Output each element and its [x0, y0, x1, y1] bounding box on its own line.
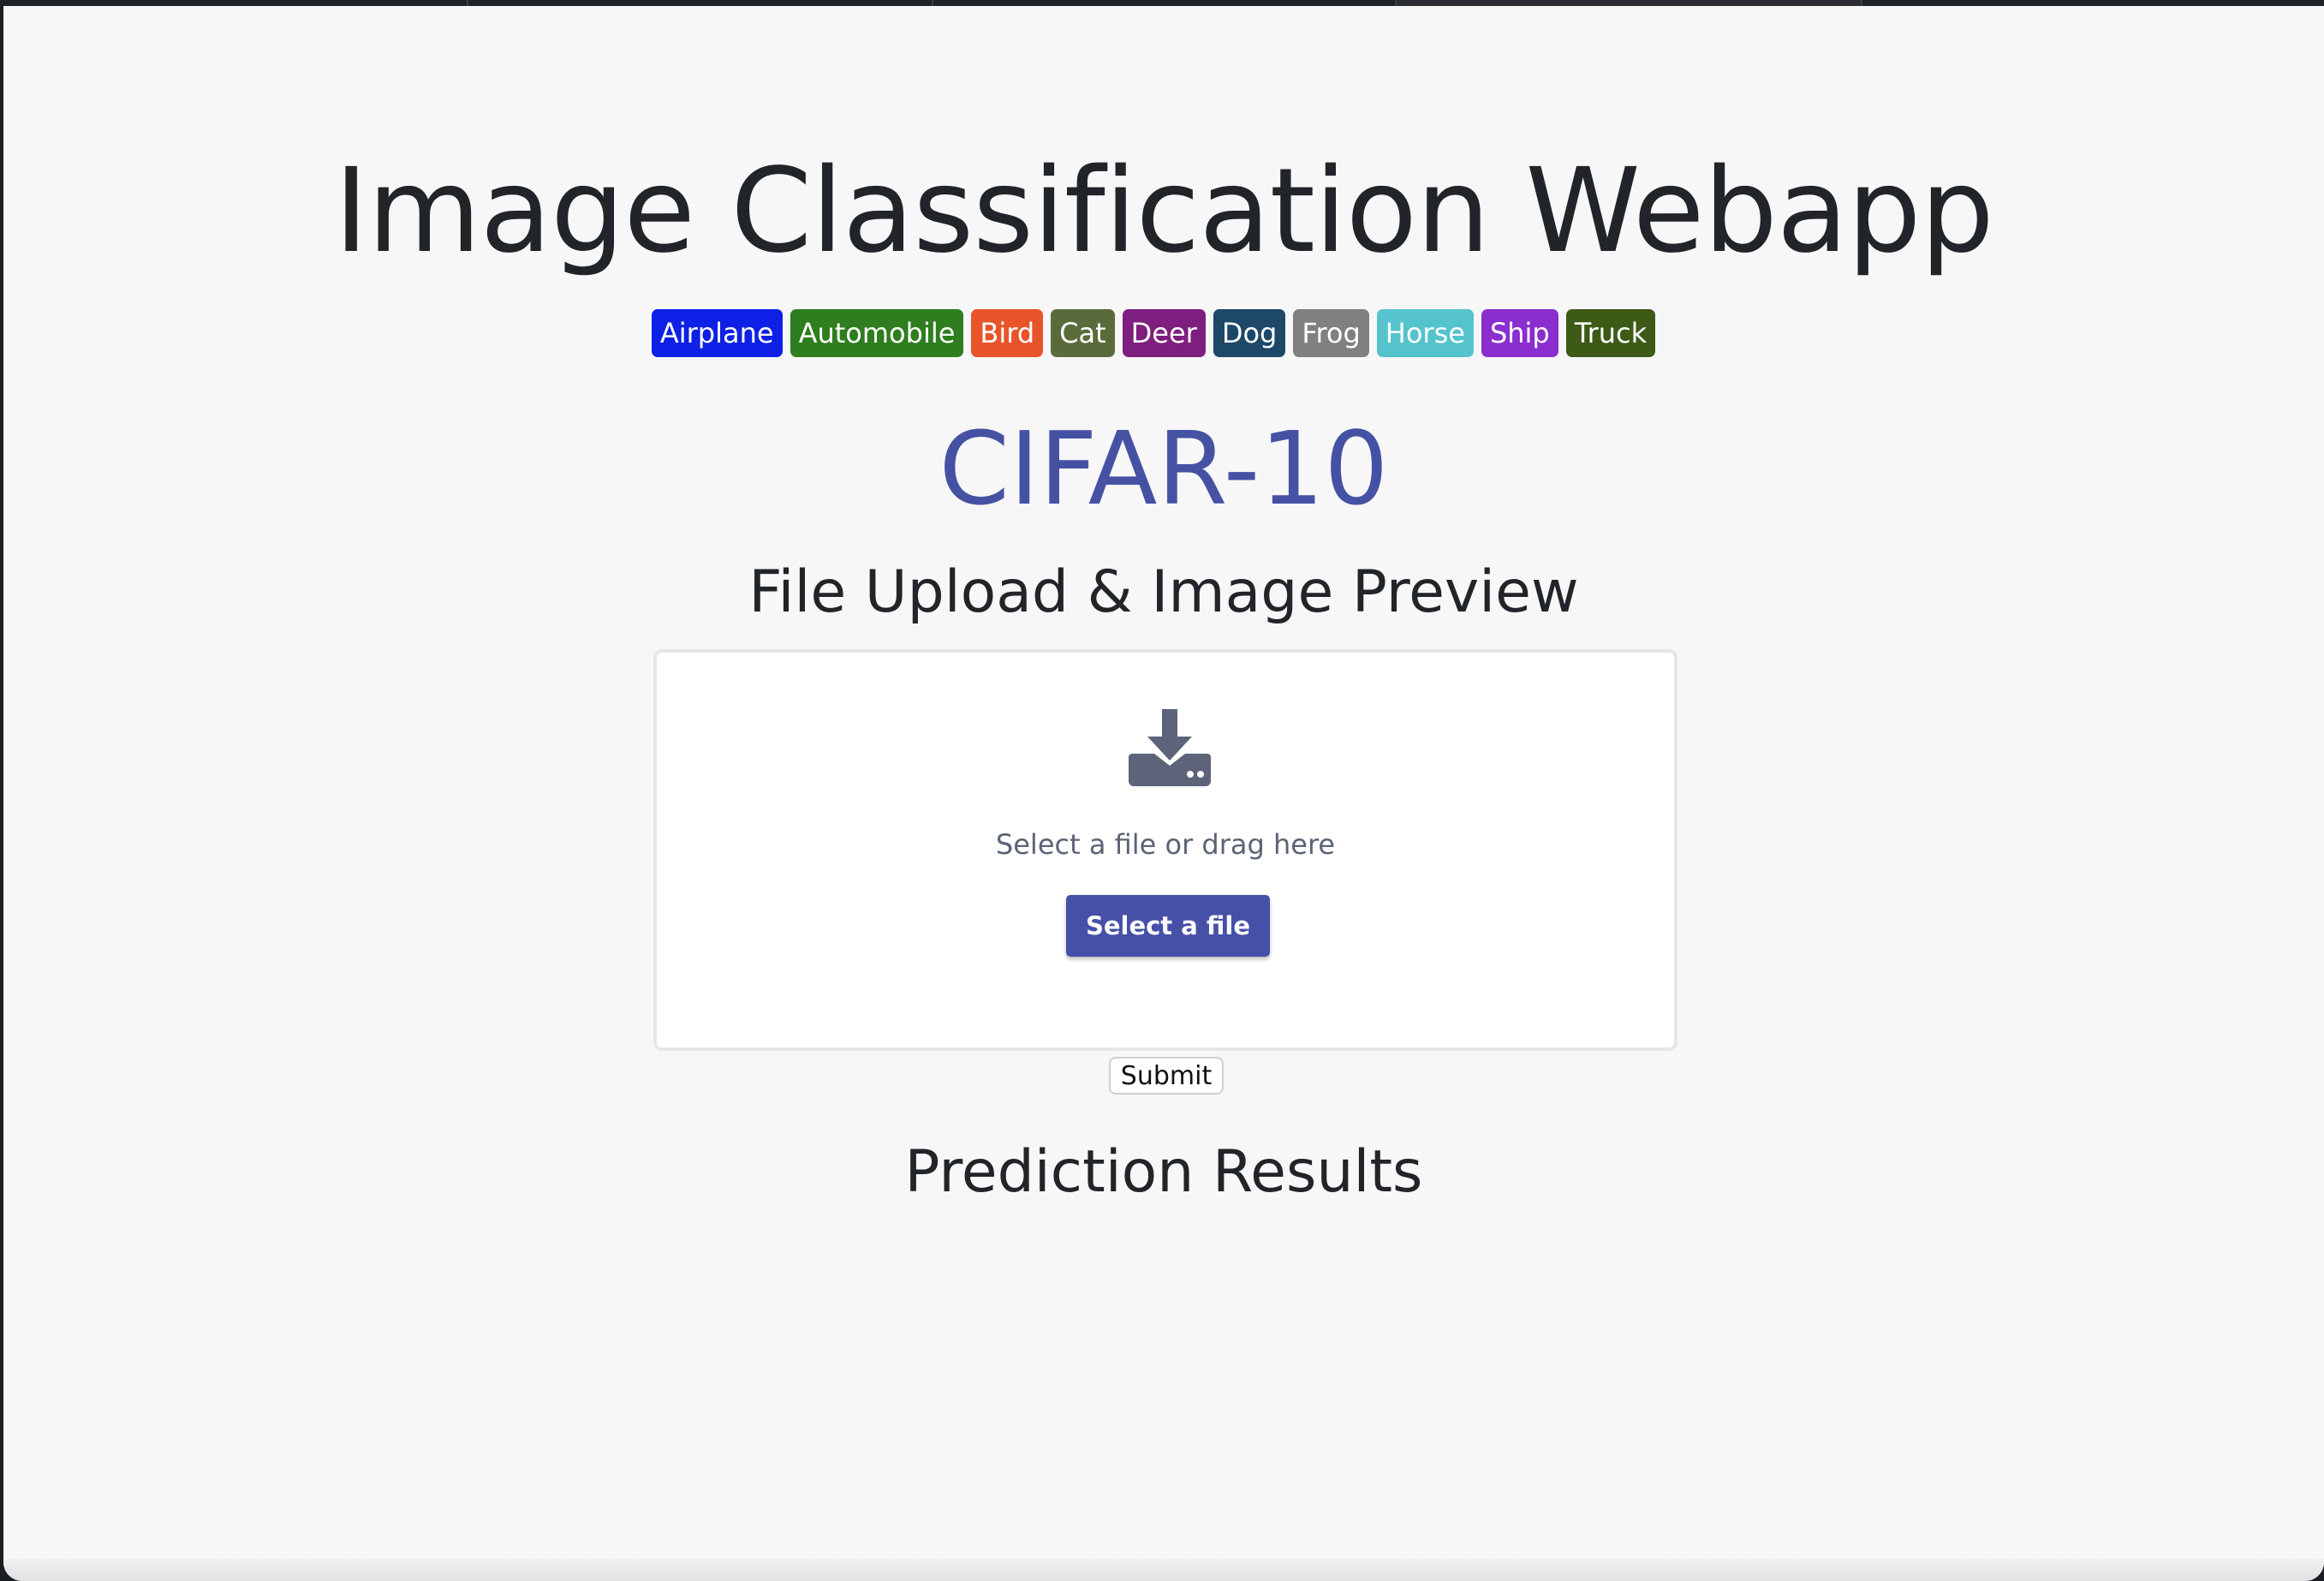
class-badges: Airplane Automobile Bird Cat Deer Dog Fr…	[3, 309, 2314, 357]
dropzone-hint: Select a file or drag here	[995, 828, 1336, 861]
os-tab-segment	[933, 0, 1397, 6]
select-file-button[interactable]: Select a file	[1066, 895, 1270, 957]
browser-window: Image Classification Webapp Airplane Aut…	[3, 6, 2324, 1581]
badge-bird: Bird	[971, 309, 1044, 357]
page-title: Image Classification Webapp	[334, 144, 1994, 279]
badge-dog: Dog	[1213, 309, 1286, 357]
os-tab-segment	[468, 0, 933, 6]
os-tab-segment	[1397, 0, 1862, 6]
file-upload-dropzone[interactable]: Select a file or drag here Select a file	[653, 649, 1677, 1051]
badge-cat: Cat	[1051, 309, 1115, 357]
badge-truck: Truck	[1565, 309, 1656, 357]
badge-horse: Horse	[1376, 309, 1474, 357]
badge-ship: Ship	[1481, 309, 1558, 357]
badge-frog: Frog	[1293, 309, 1369, 357]
submit-button[interactable]: Submit	[1109, 1057, 1224, 1095]
badge-deer: Deer	[1122, 309, 1206, 357]
badge-airplane: Airplane	[651, 309, 783, 357]
upload-heading: File Upload & Image Preview	[748, 558, 1579, 626]
dataset-title: CIFAR-10	[939, 409, 1389, 528]
download-icon	[1129, 709, 1211, 786]
results-heading: Prediction Results	[904, 1138, 1423, 1206]
badge-automobile: Automobile	[790, 309, 964, 357]
os-top-bar	[0, 0, 2324, 6]
window-bottom-edge	[3, 1559, 2324, 1581]
os-tab-segment	[0, 0, 468, 6]
